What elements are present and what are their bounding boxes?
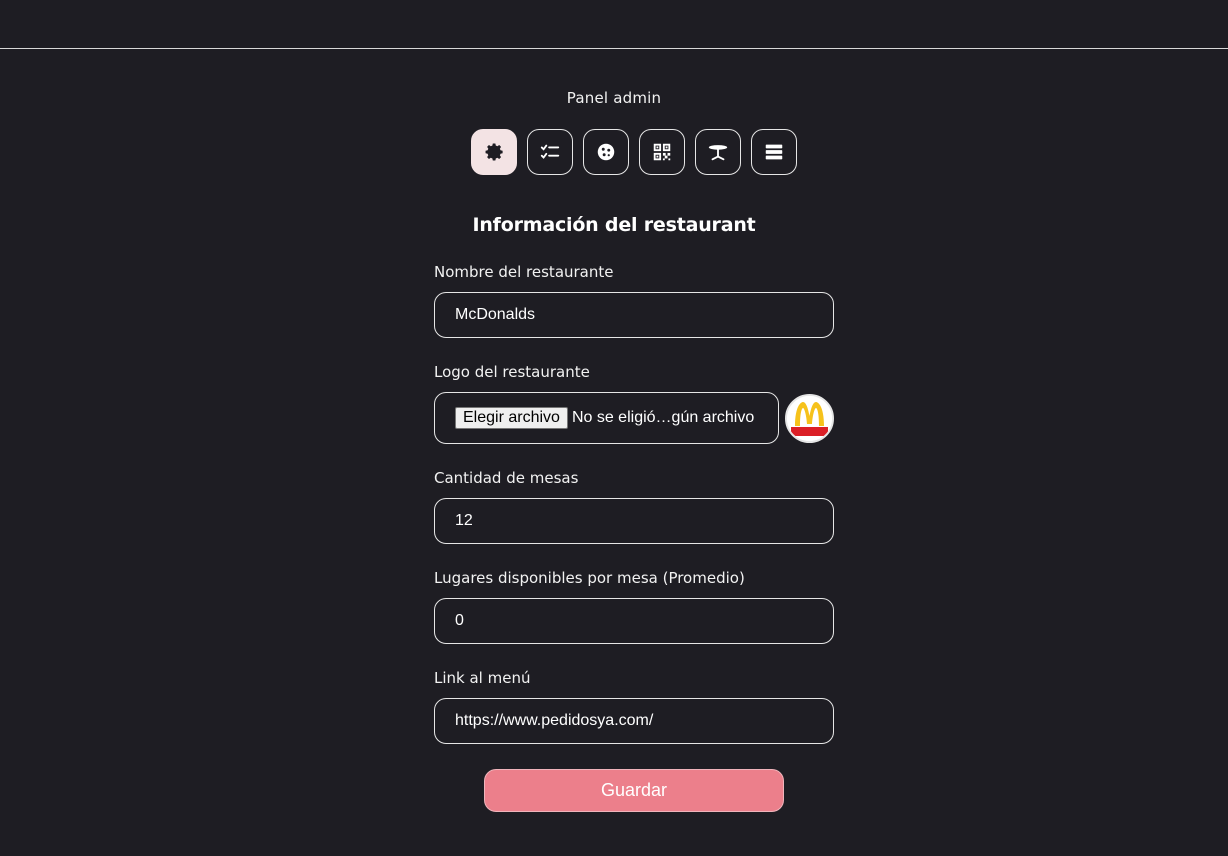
panel-title: Panel admin (566, 89, 662, 107)
tables-count-input[interactable]: 12 (434, 498, 834, 544)
sections-button[interactable] (751, 129, 797, 175)
restaurant-name-label: Nombre del restaurante (434, 263, 614, 281)
qr-button[interactable] (639, 129, 685, 175)
top-bar (0, 0, 1228, 49)
mcdonalds-logo-icon (787, 395, 832, 441)
settings-button[interactable] (471, 129, 517, 175)
tables-count-label: Cantidad de mesas (434, 469, 579, 487)
save-button[interactable]: Guardar (484, 769, 784, 812)
orders-button[interactable] (527, 129, 573, 175)
logo-file-input[interactable]: Elegir archivo No se eligió…gún archivo (434, 392, 779, 444)
restaurant-logo-label: Logo del restaurante (434, 363, 590, 381)
table-icon (708, 145, 728, 161)
menu-link-label: Link al menú (434, 669, 531, 687)
cookie-icon (597, 143, 615, 161)
list-icon (765, 144, 783, 160)
menu-link-input[interactable]: https://www.pedidosya.com/ (434, 698, 834, 744)
admin-toolbar (471, 129, 797, 175)
seats-per-table-input[interactable]: 0 (434, 598, 834, 644)
logo-preview (785, 393, 834, 443)
restaurant-name-input[interactable]: McDonalds (434, 292, 834, 338)
checklist-icon (540, 144, 560, 159)
menu-items-button[interactable] (583, 129, 629, 175)
restaurant-form: Nombre del restaurante McDonalds Logo de… (434, 262, 834, 744)
file-status-text: No se eligió…gún archivo (571, 409, 755, 426)
section-title: Información del restaurant (472, 214, 756, 236)
tables-button[interactable] (695, 129, 741, 175)
qr-code-icon (653, 143, 671, 161)
seats-per-table-label: Lugares disponibles por mesa (Promedio) (434, 569, 745, 587)
gear-icon (485, 143, 503, 161)
choose-file-button[interactable]: Elegir archivo (455, 407, 568, 429)
